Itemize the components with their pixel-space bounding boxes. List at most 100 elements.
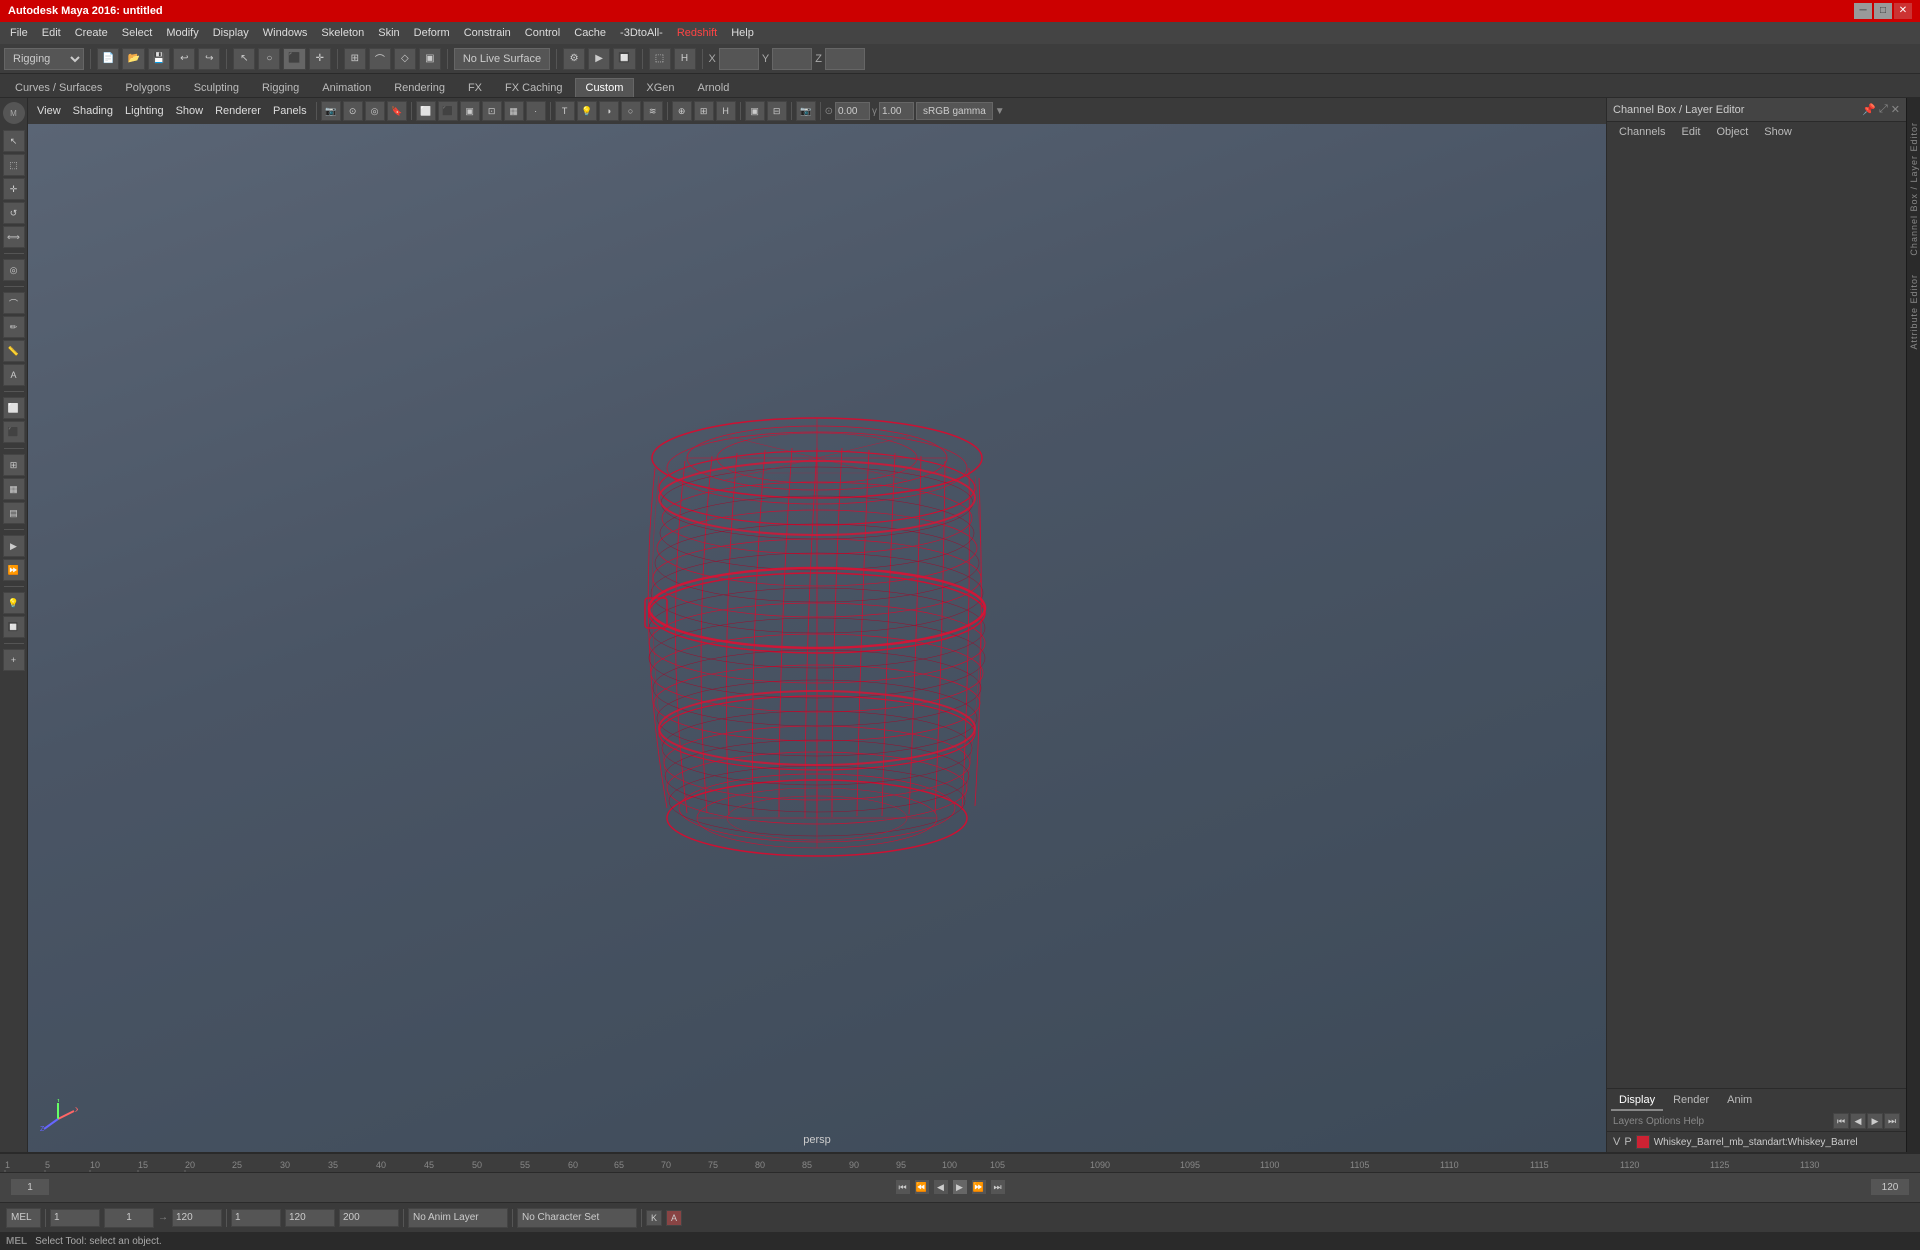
menu-skeleton[interactable]: Skeleton bbox=[315, 25, 370, 41]
menu-cache[interactable]: Cache bbox=[568, 25, 612, 41]
display-tab[interactable]: Display bbox=[1611, 1091, 1663, 1111]
srgb-label[interactable]: sRGB gamma bbox=[916, 102, 993, 120]
paint-select-button[interactable]: ⬛ bbox=[283, 48, 305, 70]
tab-fx[interactable]: FX bbox=[457, 78, 493, 97]
paint-select-vtool[interactable]: ⬚ bbox=[3, 154, 25, 176]
scale-vtool[interactable]: ⟺ bbox=[3, 226, 25, 248]
exposure-field[interactable] bbox=[835, 102, 870, 120]
layout-vtool[interactable]: ⊞ bbox=[3, 454, 25, 476]
snap-to-point-button[interactable]: ◇ bbox=[394, 48, 416, 70]
texture-btn[interactable]: T bbox=[555, 101, 575, 121]
motion-blur-btn[interactable]: ≋ bbox=[643, 101, 663, 121]
measure-vtool[interactable]: 📏 bbox=[3, 340, 25, 362]
character-set-field[interactable]: No Character Set bbox=[517, 1208, 637, 1228]
menu-file[interactable]: File bbox=[4, 25, 34, 41]
gate-btn[interactable]: ▣ bbox=[745, 101, 765, 121]
menu-display[interactable]: Display bbox=[207, 25, 255, 41]
layer-next-next-btn[interactable]: ⏭ bbox=[1884, 1113, 1900, 1129]
anim-tab[interactable]: Anim bbox=[1719, 1091, 1760, 1111]
menu-3dtoall[interactable]: -3DtoAll- bbox=[614, 25, 669, 41]
tab-arnold[interactable]: Arnold bbox=[687, 78, 741, 97]
range-end-field[interactable] bbox=[172, 1209, 222, 1227]
anim2-vtool[interactable]: ⏩ bbox=[3, 559, 25, 581]
render-settings-button[interactable]: ⚙ bbox=[563, 48, 585, 70]
step-back-btn[interactable]: ⏪ bbox=[914, 1179, 930, 1195]
channel-box-strip-label[interactable]: Channel Box / Layer Editor bbox=[1909, 118, 1919, 260]
hide-button[interactable]: H bbox=[674, 48, 696, 70]
anim-vtool[interactable]: ▶ bbox=[3, 535, 25, 557]
layer-visibility[interactable]: V bbox=[1613, 1136, 1620, 1148]
attribute-editor-strip-label[interactable]: Attribute Editor bbox=[1909, 270, 1919, 354]
timeline-scrubber[interactable]: ⏮ ⏪ ◀ ▶ ⏩ ⏭ bbox=[0, 1173, 1920, 1202]
rigging-select[interactable]: Rigging bbox=[4, 48, 84, 70]
lasso-tool-button[interactable]: ○ bbox=[258, 48, 280, 70]
menu-control[interactable]: Control bbox=[519, 25, 566, 41]
bookmark-btn[interactable]: 🔖 bbox=[387, 101, 407, 121]
menu-windows[interactable]: Windows bbox=[257, 25, 314, 41]
cb-pin-button[interactable]: 📌 bbox=[1862, 103, 1876, 116]
wireframe-top-btn[interactable]: ▦ bbox=[504, 101, 524, 121]
wireframe-btn[interactable]: ⬜ bbox=[416, 101, 436, 121]
range-start-field[interactable] bbox=[50, 1209, 100, 1227]
show-manipulator-vtool[interactable]: ◎ bbox=[3, 259, 25, 281]
snap-to-surface-button[interactable]: ▣ bbox=[419, 48, 441, 70]
select-tool-button[interactable]: ↖ bbox=[233, 48, 255, 70]
tab-polygons[interactable]: Polygons bbox=[114, 78, 181, 97]
layout3-vtool[interactable]: ▤ bbox=[3, 502, 25, 524]
hud-btn[interactable]: H bbox=[716, 101, 736, 121]
menu-create[interactable]: Create bbox=[69, 25, 114, 41]
menu-modify[interactable]: Modify bbox=[160, 25, 204, 41]
object-tab[interactable]: Object bbox=[1708, 124, 1756, 140]
tab-custom[interactable]: Custom bbox=[575, 78, 635, 97]
options-menu[interactable]: Options bbox=[1646, 1116, 1680, 1127]
lighting-btn[interactable]: 💡 bbox=[577, 101, 597, 121]
cb-close-button[interactable]: ✕ bbox=[1891, 103, 1900, 116]
undo-button[interactable]: ↩ bbox=[173, 48, 195, 70]
menu-help[interactable]: Help bbox=[725, 25, 760, 41]
total-range-field[interactable] bbox=[339, 1209, 399, 1227]
layer-row[interactable]: V P Whiskey_Barrel_mb_standart:Whiskey_B… bbox=[1607, 1132, 1906, 1152]
render-tab[interactable]: Render bbox=[1665, 1091, 1717, 1111]
tab-sculpting[interactable]: Sculpting bbox=[183, 78, 250, 97]
go-to-end-btn[interactable]: ⏭ bbox=[990, 1179, 1006, 1195]
playback-start-field[interactable] bbox=[231, 1209, 281, 1227]
show-tab[interactable]: Show bbox=[1756, 124, 1800, 140]
help-menu-layers[interactable]: Help bbox=[1683, 1116, 1704, 1127]
menu-skin[interactable]: Skin bbox=[372, 25, 405, 41]
bounding-box-btn[interactable]: ⊡ bbox=[482, 101, 502, 121]
no-live-surface-button[interactable]: No Live Surface bbox=[454, 48, 550, 70]
new-scene-button[interactable]: 📄 bbox=[97, 48, 119, 70]
channels-tab[interactable]: Channels bbox=[1611, 124, 1673, 140]
grid-btn[interactable]: ⊞ bbox=[694, 101, 714, 121]
z-field[interactable] bbox=[825, 48, 865, 70]
snap-to-curve-button[interactable]: ⌒ bbox=[369, 48, 391, 70]
play-back-btn[interactable]: ◀ bbox=[933, 1179, 949, 1195]
close-button[interactable]: ✕ bbox=[1894, 3, 1912, 19]
menu-redshift[interactable]: Redshift bbox=[671, 25, 723, 41]
timeline-ruler[interactable]: 1 5 10 15 20 25 30 35 40 45 50 55 60 65 … bbox=[0, 1153, 1920, 1173]
tab-fx-caching[interactable]: FX Caching bbox=[494, 78, 573, 97]
start-frame-field[interactable] bbox=[10, 1178, 50, 1196]
layer-prev-btn[interactable]: ◀ bbox=[1850, 1113, 1866, 1129]
go-to-start-btn[interactable]: ⏮ bbox=[895, 1179, 911, 1195]
renderer-menu[interactable]: Renderer bbox=[210, 103, 266, 119]
viewport-canvas[interactable]: persp X Y Z bbox=[28, 124, 1606, 1152]
window-controls[interactable]: ─ □ ✕ bbox=[1854, 3, 1912, 19]
layer-playback[interactable]: P bbox=[1624, 1136, 1631, 1148]
view-menu[interactable]: View bbox=[32, 103, 66, 119]
x-field[interactable] bbox=[719, 48, 759, 70]
tab-curves-surfaces[interactable]: Curves / Surfaces bbox=[4, 78, 113, 97]
play-forward-btn[interactable]: ▶ bbox=[952, 1179, 968, 1195]
tab-xgen[interactable]: XGen bbox=[635, 78, 685, 97]
ao-btn[interactable]: ○ bbox=[621, 101, 641, 121]
rotate-vtool[interactable]: ↺ bbox=[3, 202, 25, 224]
layout2-vtool[interactable]: ▦ bbox=[3, 478, 25, 500]
step-forward-btn[interactable]: ⏩ bbox=[971, 1179, 987, 1195]
pencil-vtool[interactable]: ✏ bbox=[3, 316, 25, 338]
display-layer-button[interactable]: ⬚ bbox=[649, 48, 671, 70]
key-all-btn[interactable]: K bbox=[646, 1210, 662, 1226]
show-menu[interactable]: Show bbox=[171, 103, 209, 119]
menu-select[interactable]: Select bbox=[116, 25, 159, 41]
deform2-vtool[interactable]: ⬛ bbox=[3, 421, 25, 443]
transform-vtool[interactable]: ✛ bbox=[3, 178, 25, 200]
